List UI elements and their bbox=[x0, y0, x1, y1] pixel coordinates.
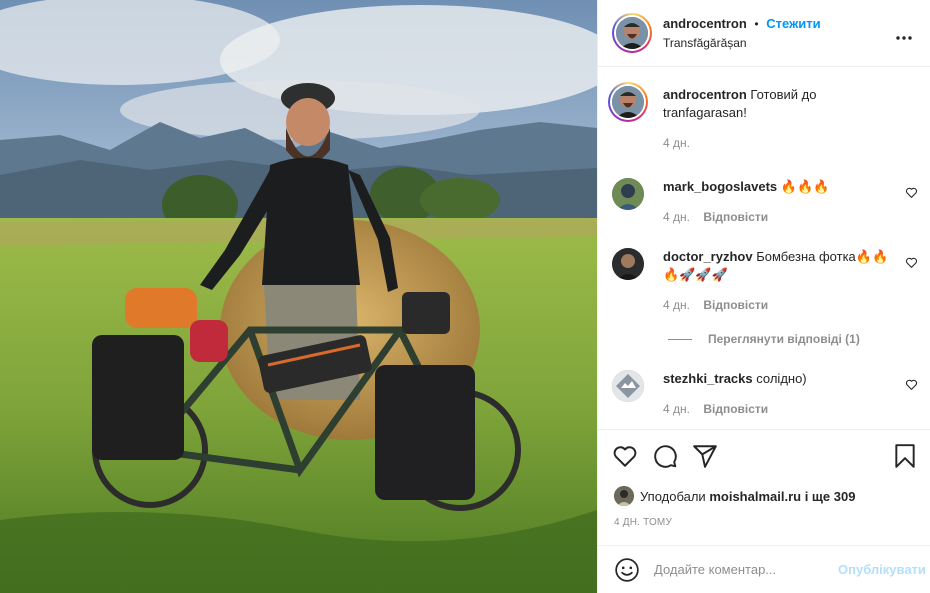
comment-avatar-image bbox=[612, 248, 644, 280]
caption: androcentron Готовий до tranfagarasan! 4… bbox=[608, 82, 920, 150]
likes-prefix: Уподобали bbox=[640, 488, 706, 504]
liker-username[interactable]: moishalmail.ru bbox=[709, 489, 801, 504]
post-dialog: androcentron • Стежити Transfăgărășan an… bbox=[0, 0, 930, 593]
emoji-icon[interactable] bbox=[614, 557, 640, 583]
comment-username[interactable]: stezhki_tracks bbox=[663, 371, 753, 386]
comment-icon[interactable] bbox=[652, 443, 678, 469]
post-location[interactable]: Transfăgărășan bbox=[663, 37, 821, 49]
post-photo[interactable] bbox=[0, 0, 597, 593]
post-date[interactable]: 4 ДН. ТОМУ bbox=[614, 517, 672, 528]
comment-body: stezhki_tracks солідно) bbox=[663, 370, 920, 388]
avatar-image bbox=[616, 17, 648, 49]
view-replies-button[interactable]: Переглянути відповіді (1) bbox=[668, 332, 860, 346]
liker-avatar-image bbox=[614, 486, 634, 506]
caption-time[interactable]: 4 дн. bbox=[663, 136, 690, 150]
author-username[interactable]: androcentron bbox=[663, 16, 747, 31]
view-replies-line bbox=[668, 338, 692, 340]
heart-icon[interactable] bbox=[612, 443, 638, 469]
comment-heart-icon[interactable] bbox=[905, 256, 918, 269]
comment-time[interactable]: 4 дн. bbox=[663, 210, 690, 224]
publish-button[interactable]: Опублікувати bbox=[838, 562, 926, 577]
caption-username[interactable]: androcentron bbox=[663, 87, 747, 102]
comment-username[interactable]: mark_bogoslavets bbox=[663, 179, 777, 194]
author-avatar bbox=[616, 17, 648, 49]
comment-text: солідно) bbox=[756, 371, 807, 386]
photo-image bbox=[0, 0, 597, 593]
comment-meta: 4 дн. Відповісти bbox=[663, 298, 920, 312]
comment-avatar[interactable] bbox=[612, 248, 644, 280]
more-options-icon[interactable] bbox=[896, 24, 912, 45]
comment-avatar-image bbox=[612, 178, 644, 210]
comment-composer: Опублікувати bbox=[598, 545, 930, 593]
author-avatar-ring[interactable] bbox=[612, 13, 652, 53]
view-replies-label: Переглянути відповіді (1) bbox=[708, 332, 860, 346]
comment-meta: 4 дн. Відповісти bbox=[663, 402, 920, 416]
liker-avatar[interactable] bbox=[614, 486, 634, 506]
comment-heart-icon[interactable] bbox=[905, 186, 918, 199]
caption-body: androcentron Готовий до tranfagarasan! bbox=[663, 86, 920, 122]
likes-count[interactable]: і ще 309 bbox=[805, 489, 856, 504]
separator-dot: • bbox=[754, 17, 759, 31]
comment-username[interactable]: doctor_ryzhov bbox=[663, 249, 753, 264]
follow-button[interactable]: Стежити bbox=[766, 16, 820, 31]
comment-avatar[interactable] bbox=[612, 370, 644, 402]
comment-body: mark_bogoslavets 🔥🔥🔥 bbox=[663, 178, 920, 196]
caption-avatar-image bbox=[612, 86, 644, 118]
comment-heart-icon[interactable] bbox=[905, 378, 918, 391]
reply-button[interactable]: Відповісти bbox=[703, 210, 768, 224]
comment-time[interactable]: 4 дн. bbox=[663, 298, 690, 312]
post-side-panel: androcentron • Стежити Transfăgărășan an… bbox=[597, 0, 930, 593]
reply-button[interactable]: Відповісти bbox=[703, 402, 768, 416]
comment-input[interactable] bbox=[654, 562, 830, 577]
likes-summary: Уподобали moishalmail.ru і ще 309 bbox=[614, 486, 855, 506]
comment-item: doctor_ryzhov Бомбезна фотка🔥🔥🔥🚀🚀🚀 4 дн.… bbox=[612, 248, 920, 312]
caption-avatar bbox=[612, 86, 644, 118]
comments-list[interactable]: androcentron Готовий до tranfagarasan! 4… bbox=[598, 67, 930, 429]
comment-meta: 4 дн. Відповісти bbox=[663, 210, 920, 224]
comment-time[interactable]: 4 дн. bbox=[663, 402, 690, 416]
comment-text: 🔥🔥🔥 bbox=[780, 179, 830, 194]
caption-avatar-ring[interactable] bbox=[608, 82, 648, 122]
bookmark-icon[interactable] bbox=[892, 443, 918, 469]
reply-button[interactable]: Відповісти bbox=[703, 298, 768, 312]
more-dots bbox=[896, 36, 912, 40]
caption-meta: 4 дн. bbox=[663, 136, 920, 150]
action-bar bbox=[598, 429, 930, 479]
author-info: androcentron • Стежити Transfăgărășan bbox=[663, 17, 821, 49]
comment-item: mark_bogoslavets 🔥🔥🔥 4 дн. Відповісти bbox=[612, 178, 920, 224]
comment-avatar[interactable] bbox=[612, 178, 644, 210]
comment-avatar-image bbox=[612, 370, 644, 402]
post-header: androcentron • Стежити Transfăgărășan bbox=[598, 0, 930, 67]
comment-item: stezhki_tracks солідно) 4 дн. Відповісти bbox=[612, 370, 920, 416]
share-icon[interactable] bbox=[692, 443, 718, 469]
comment-body: doctor_ryzhov Бомбезна фотка🔥🔥🔥🚀🚀🚀 bbox=[663, 248, 920, 284]
